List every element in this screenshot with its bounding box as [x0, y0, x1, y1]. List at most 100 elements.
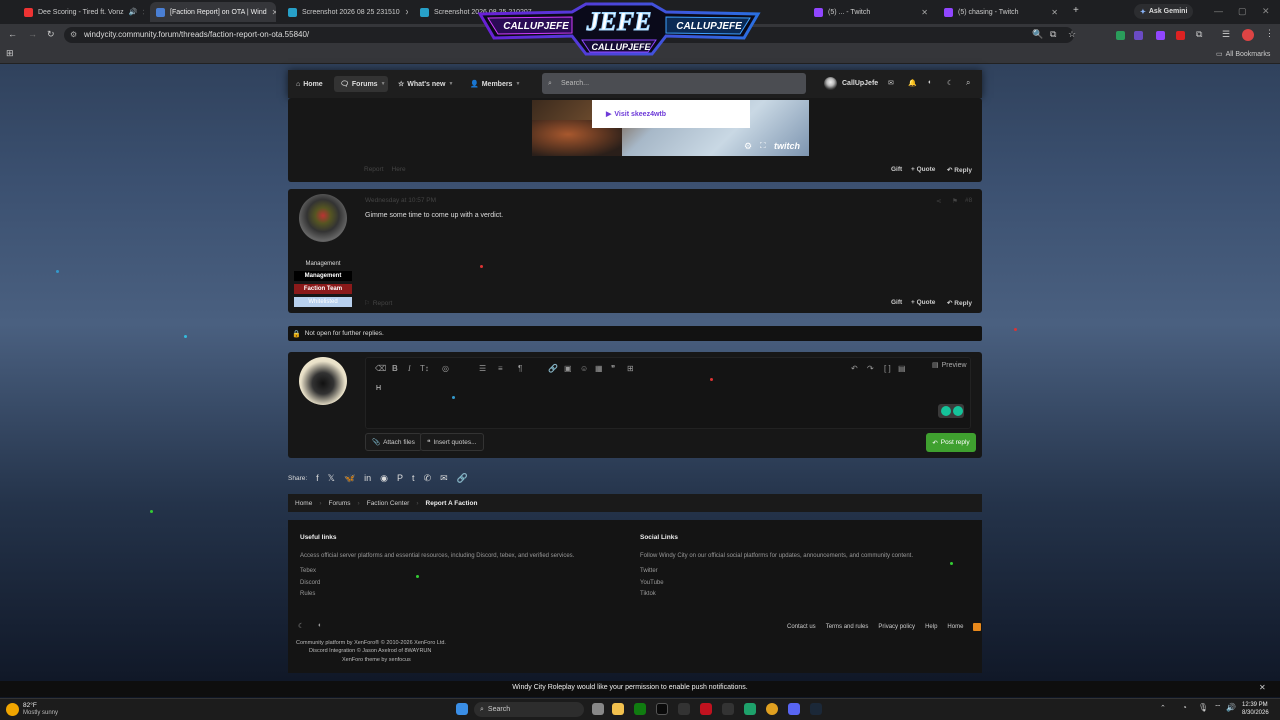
tab-twitch-1[interactable]: (5) ... - Twitch ✕: [808, 2, 934, 22]
media-icon[interactable]: ▦: [595, 364, 603, 373]
tab-twitch-2[interactable]: (5) chasing - Twitch ✕: [938, 2, 1064, 22]
more-formatting-icon[interactable]: ◎: [442, 364, 449, 373]
link-icon[interactable]: 🔗: [548, 364, 558, 373]
undo-icon[interactable]: ↶: [851, 364, 858, 373]
reddit-icon[interactable]: ◉: [380, 473, 388, 484]
extension-icon[interactable]: [1116, 31, 1125, 40]
xbox-icon[interactable]: [634, 703, 646, 715]
app-icon[interactable]: [678, 703, 690, 715]
reply-button[interactable]: ↶ Reply: [947, 299, 972, 307]
share-link[interactable]: Here: [392, 166, 406, 173]
file-explorer-icon[interactable]: [612, 703, 624, 715]
help-link[interactable]: Help: [925, 624, 937, 630]
task-view-icon[interactable]: [592, 703, 604, 715]
close-window-icon[interactable]: ✕: [1262, 6, 1270, 17]
editor-area[interactable]: [365, 357, 971, 429]
app-icon[interactable]: [744, 703, 756, 715]
wifi-icon[interactable]: ⌔: [1214, 703, 1222, 713]
linkedin-icon[interactable]: in: [364, 473, 371, 483]
gift-button[interactable]: Gift: [891, 299, 902, 306]
maximize-icon[interactable]: ▢: [1238, 6, 1247, 17]
bookmark-icon[interactable]: ⚑: [952, 197, 958, 205]
post-timestamp[interactable]: Wednesday at 10:57 PM: [365, 197, 436, 204]
close-icon[interactable]: ✕: [1259, 683, 1266, 692]
close-tab-icon[interactable]: ✕: [405, 8, 408, 17]
all-bookmarks-button[interactable]: ▭ All Bookmarks: [1216, 50, 1270, 59]
volume-icon[interactable]: 🔊: [1226, 703, 1236, 712]
inbox-icon[interactable]: ✉: [888, 79, 894, 87]
forward-icon[interactable]: →: [28, 29, 37, 39]
pinterest-icon[interactable]: P: [397, 473, 403, 483]
settings-icon[interactable]: ⚙: [744, 141, 752, 152]
menu-icon[interactable]: ⋮: [1265, 28, 1274, 39]
align-icon[interactable]: ≡: [498, 364, 503, 373]
reply-button[interactable]: ↶ Reply: [947, 166, 972, 174]
chrome-icon[interactable]: [766, 703, 778, 715]
theme-toggle-icon[interactable]: ◐: [318, 622, 322, 629]
breadcrumb-current[interactable]: Report A Faction: [419, 500, 485, 507]
new-tab-icon[interactable]: +: [1073, 5, 1079, 16]
gift-button[interactable]: Gift: [891, 166, 902, 173]
back-icon[interactable]: ←: [8, 29, 17, 39]
extension-icon[interactable]: [1156, 31, 1165, 40]
nav-whats-new[interactable]: ☆ What's new ▼: [392, 76, 459, 92]
tab-screenshot-1[interactable]: Screenshot 2026 08 25 231510✕: [282, 2, 408, 22]
install-icon[interactable]: ⧉: [1050, 29, 1056, 40]
extension-icon[interactable]: [1134, 31, 1143, 40]
image-icon[interactable]: ▣: [564, 364, 572, 373]
bookmark-star-icon[interactable]: ☆: [1068, 29, 1076, 40]
redo-icon[interactable]: ↷: [867, 364, 874, 373]
tab-youtube[interactable]: Dee Scoring - Tired ft. Vonz🔊✕: [18, 2, 144, 22]
close-tab-icon[interactable]: ✕: [272, 8, 276, 17]
footer-link-twitter[interactable]: Twitter: [640, 568, 658, 574]
list-icon[interactable]: ☰: [479, 364, 486, 373]
contact-us-link[interactable]: Contact us: [787, 624, 816, 630]
sidebar-icon[interactable]: ☰: [1222, 29, 1230, 40]
nav-members[interactable]: 👤 Members ▼: [464, 76, 526, 92]
visit-channel-button[interactable]: ▶ Visit skeez4wtb: [592, 100, 750, 128]
italic-icon[interactable]: I: [408, 364, 411, 373]
bell-icon[interactable]: 🔔: [908, 79, 917, 87]
breadcrumb-faction-center[interactable]: Faction Center: [360, 500, 417, 507]
taskbar-search[interactable]: ⌕ Search: [474, 702, 584, 717]
footer-link-tebex[interactable]: Tebex: [300, 568, 316, 574]
rss-icon[interactable]: [973, 623, 982, 631]
editor-text[interactable]: H: [376, 385, 381, 392]
preview-button[interactable]: ▤ Preview: [932, 361, 967, 370]
extension-icon[interactable]: [1176, 31, 1185, 40]
app-icon[interactable]: [700, 703, 712, 715]
paragraph-icon[interactable]: ¶: [518, 364, 522, 373]
twitch-embed[interactable]: ▶ Visit skeez4wtb ⚙ ⛶ twitch: [532, 100, 809, 156]
breadcrumb-home[interactable]: Home: [288, 500, 319, 507]
fullscreen-icon[interactable]: ⛶: [760, 141, 766, 151]
privacy-link[interactable]: Privacy policy: [878, 624, 915, 630]
nav-forums[interactable]: 🗨 Forums ▼: [334, 76, 388, 92]
ask-gemini-button[interactable]: ✦ Ask Gemini: [1134, 4, 1194, 19]
zoom-icon[interactable]: 🔍: [1032, 29, 1043, 40]
home-link[interactable]: Home: [947, 624, 963, 630]
footer-link-youtube[interactable]: YouTube: [640, 580, 664, 586]
clock-time[interactable]: 12:39 PM: [1242, 702, 1268, 708]
report-link[interactable]: Report: [364, 166, 384, 173]
remove-format-icon[interactable]: ⌫: [375, 364, 386, 373]
nav-home[interactable]: ⌂ Home: [290, 76, 329, 92]
quote-button[interactable]: + Quote: [911, 166, 935, 173]
discord-icon[interactable]: [788, 703, 800, 715]
quote-block-icon[interactable]: ❞: [611, 364, 615, 373]
footer-link-tiktok[interactable]: Tiktok: [640, 591, 656, 597]
search-icon[interactable]: ⌕: [966, 78, 970, 88]
footer-link-discord[interactable]: Discord: [300, 580, 320, 586]
terms-link[interactable]: Terms and rules: [826, 624, 869, 630]
close-tab-icon[interactable]: ✕: [921, 8, 928, 17]
insert-quotes-button[interactable]: ❝ Insert quotes...: [420, 433, 484, 451]
quote-button[interactable]: + Quote: [911, 299, 935, 306]
credit-discord[interactable]: Discord Integration © Jason Axelrod of 8…: [309, 648, 431, 654]
weather-icon[interactable]: [6, 703, 19, 716]
extensions-icon[interactable]: ⧉: [1196, 29, 1202, 40]
search-input[interactable]: ⌕ Search...: [542, 73, 806, 94]
table-icon[interactable]: ⊞: [627, 364, 634, 373]
poster-avatar[interactable]: [299, 194, 347, 242]
credit-xenforo[interactable]: Community platform by XenForo® © 2010-20…: [296, 640, 446, 646]
close-tab-icon[interactable]: ✕: [142, 8, 144, 17]
bbcode-icon[interactable]: [ ]: [884, 364, 891, 373]
